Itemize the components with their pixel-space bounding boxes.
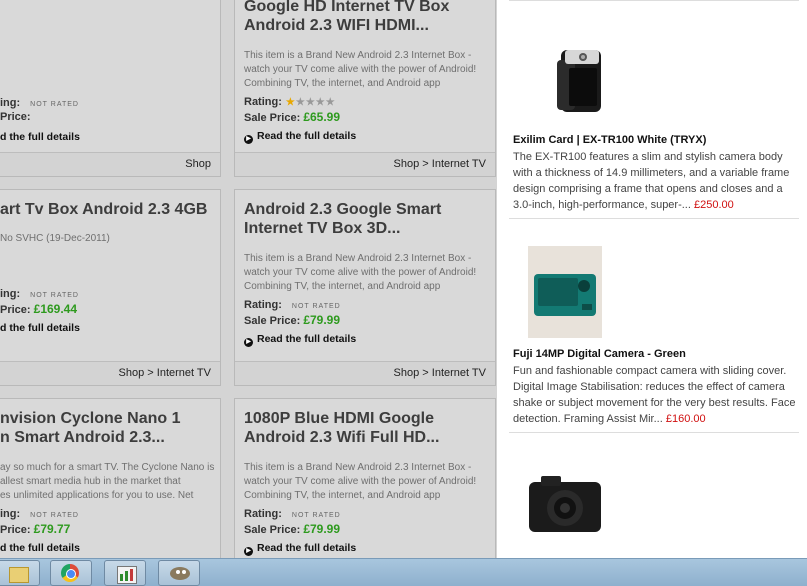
product-title[interactable]: Exilim Card | EX-TR100 White (TRYX) xyxy=(513,134,803,146)
product-image[interactable] xyxy=(523,468,607,538)
chart-app-icon[interactable] xyxy=(104,560,146,586)
product-description: This item is a Brand New Android 2.3 Int… xyxy=(244,462,477,501)
read-details-link[interactable]: ▶ Read the full details xyxy=(244,542,491,556)
product-description: This item is a Brand New Android 2.3 Int… xyxy=(244,253,477,292)
product-title[interactable]: 1080P Blue HDMI Google Android 2.3 Wifi … xyxy=(244,409,491,447)
sale-price: £79.99 xyxy=(303,522,341,536)
sale-price: £79.77 xyxy=(33,522,71,536)
read-details-link[interactable]: d the full details xyxy=(0,131,216,143)
list-item: Fuji 14MP Digital Camera - Green Fun and… xyxy=(509,234,799,433)
product-card: ing: NOT RATED Price: d the full details … xyxy=(0,0,221,177)
breadcrumb[interactable]: Shop > Internet TV xyxy=(235,152,495,176)
rating-label: Rating: xyxy=(244,508,282,520)
product-card: Android 2.3 Google Smart Internet TV Box… xyxy=(234,189,496,386)
product-description: This item is a Brand New Android 2.3 Int… xyxy=(244,50,477,89)
product-price: £160.00 xyxy=(665,413,706,425)
arrow-icon: ▶ xyxy=(244,338,253,347)
star-rating: ★★★★★ xyxy=(285,97,336,108)
product-card: 1080P Blue HDMI Google Android 2.3 Wifi … xyxy=(234,398,496,558)
gimp-icon[interactable] xyxy=(158,560,200,586)
product-description: ay so much for a smart TV. The Cyclone N… xyxy=(0,462,215,501)
product-card: art Tv Box Android 2.3 4GB No SVHC (19-D… xyxy=(0,189,221,386)
breadcrumb[interactable]: Shop > Internet TV xyxy=(0,361,220,385)
read-details-link[interactable]: d the full details xyxy=(0,542,216,554)
product-title[interactable]: art Tv Box Android 2.3 4GB xyxy=(0,200,216,219)
product-title[interactable]: Android 2.3 Google Smart Internet TV Box… xyxy=(244,200,491,238)
arrow-icon: ▶ xyxy=(244,547,253,556)
product-description: Fun and fashionable compact camera with … xyxy=(513,365,796,425)
rating-status: NOT RATED xyxy=(291,303,341,310)
product-card: Google HD Internet TV Box Android 2.3 WI… xyxy=(234,0,496,177)
featured-products-list: Exilim Card | EX-TR100 White (TRYX) The … xyxy=(497,0,807,558)
sale-price-label: Price: xyxy=(0,111,31,123)
list-item xyxy=(509,448,799,558)
sale-price-label: Sale Price: xyxy=(244,112,301,124)
rating-label: ing: xyxy=(0,508,21,520)
product-image[interactable] xyxy=(528,246,602,338)
arrow-icon: ▶ xyxy=(244,135,253,144)
read-details-link[interactable]: d the full details xyxy=(0,322,216,334)
product-title[interactable]: Google HD Internet TV Box Android 2.3 WI… xyxy=(244,0,491,35)
divider xyxy=(509,0,799,1)
sale-price-label: Price: xyxy=(0,524,31,536)
product-title[interactable]: nvision Cyclone Nano 1 n Smart Android 2… xyxy=(0,409,216,447)
list-item: Exilim Card | EX-TR100 White (TRYX) The … xyxy=(509,12,799,219)
product-grid: ing: NOT RATED Price: d the full details … xyxy=(0,0,497,558)
rating-label: Rating: xyxy=(244,299,282,311)
breadcrumb[interactable]: Shop > Internet TV xyxy=(235,361,495,385)
sale-price-label: Sale Price: xyxy=(244,315,301,327)
sale-price: £169.44 xyxy=(33,302,78,316)
breadcrumb[interactable]: Shop xyxy=(0,152,220,176)
product-title[interactable]: Fuji 14MP Digital Camera - Green xyxy=(513,348,803,360)
rating-label: ing: xyxy=(0,97,21,109)
taskbar xyxy=(0,558,807,586)
rating-status: NOT RATED xyxy=(30,101,79,108)
product-date: No SVHC (19-Dec-2011) xyxy=(0,233,110,244)
rating-status: NOT RATED xyxy=(30,512,79,519)
chrome-icon[interactable] xyxy=(50,560,92,586)
sale-price-label: Price: xyxy=(0,304,31,316)
sale-price: £65.99 xyxy=(303,110,341,124)
product-image[interactable] xyxy=(529,22,609,132)
product-card: nvision Cyclone Nano 1 n Smart Android 2… xyxy=(0,398,221,558)
file-explorer-icon[interactable] xyxy=(0,560,40,586)
product-price: £250.00 xyxy=(693,199,734,211)
sale-price-label: Sale Price: xyxy=(244,524,301,536)
rating-status: NOT RATED xyxy=(30,292,79,299)
rating-label: ing: xyxy=(0,288,21,300)
rating-status: NOT RATED xyxy=(291,512,341,519)
product-description: The EX-TR100 features a slim and stylish… xyxy=(513,151,790,211)
rating-label: Rating: xyxy=(244,96,282,108)
sale-price: £79.99 xyxy=(303,313,341,327)
read-details-link[interactable]: ▶ Read the full details xyxy=(244,333,491,347)
read-details-link[interactable]: ▶ Read the full details xyxy=(244,130,491,144)
